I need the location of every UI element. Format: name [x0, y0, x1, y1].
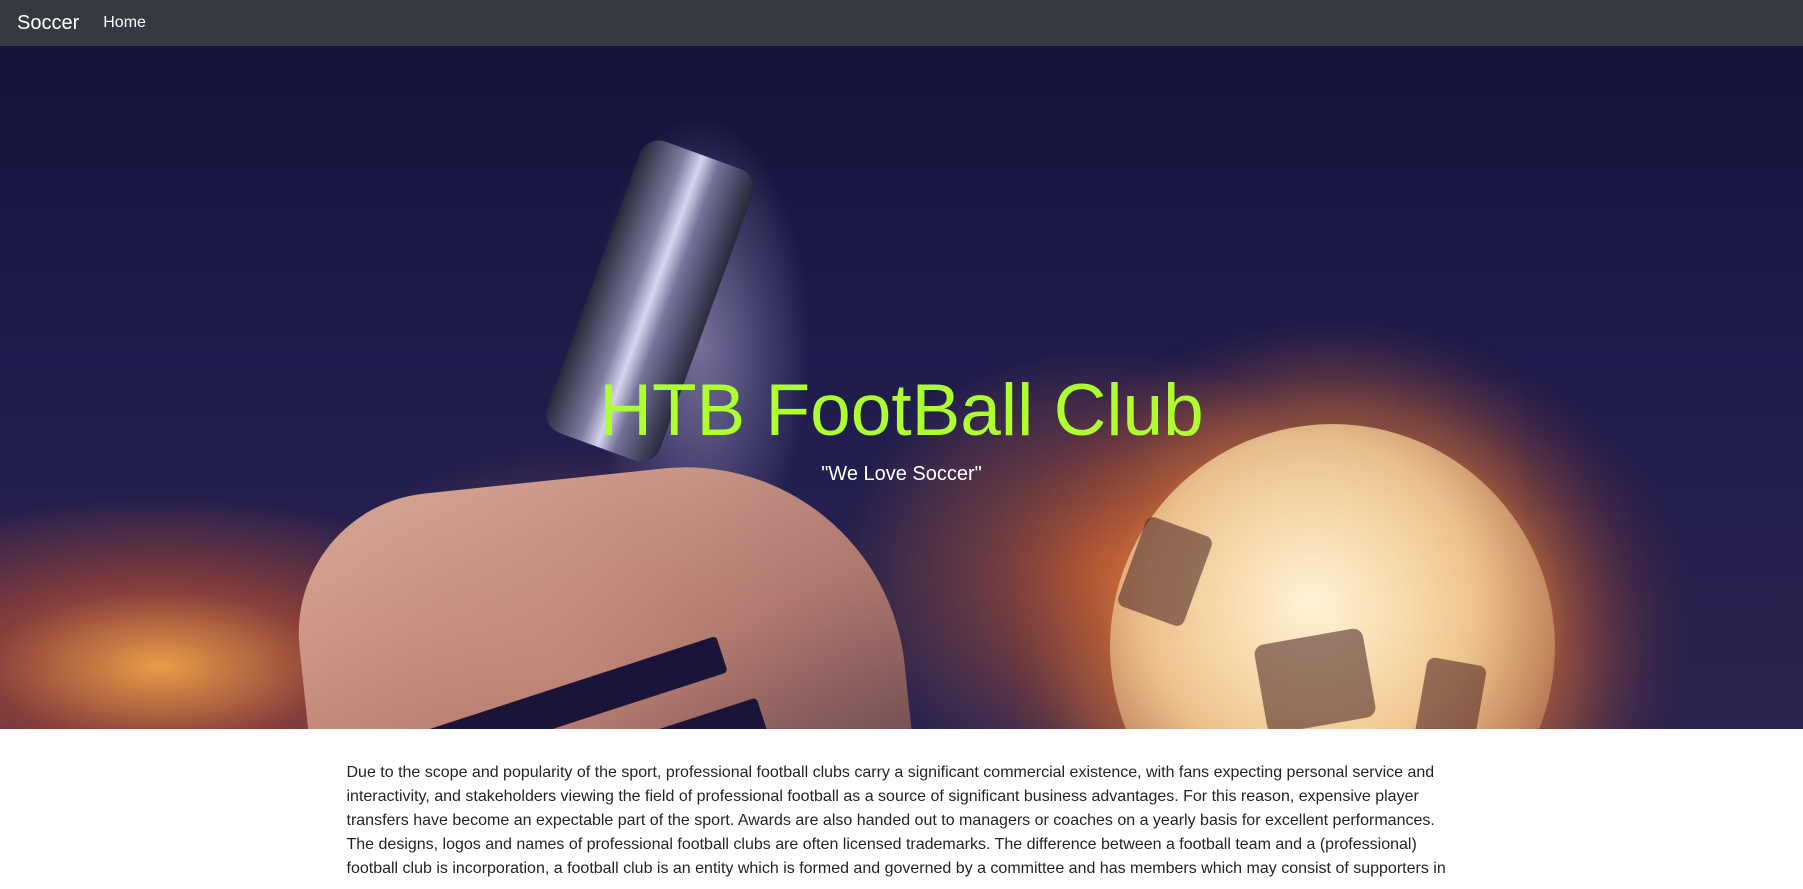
nav-link-home[interactable]: Home — [103, 14, 146, 32]
hero-title: HTB FootBall Club — [599, 370, 1204, 451]
hero-image-ball-patch — [1253, 627, 1377, 729]
hero-content: HTB FootBall Club "We Love Soccer" — [0, 370, 1803, 486]
hero-tagline: "We Love Soccer" — [821, 463, 982, 486]
intro-paragraph: Due to the scope and popularity of the s… — [346, 764, 1446, 877]
navbar-brand[interactable]: Soccer — [17, 12, 79, 35]
hero-banner: HTB FootBall Club "We Love Soccer" — [0, 46, 1803, 729]
main-content: Due to the scope and popularity of the s… — [347, 729, 1457, 881]
top-navbar: Soccer Home — [0, 0, 1803, 46]
